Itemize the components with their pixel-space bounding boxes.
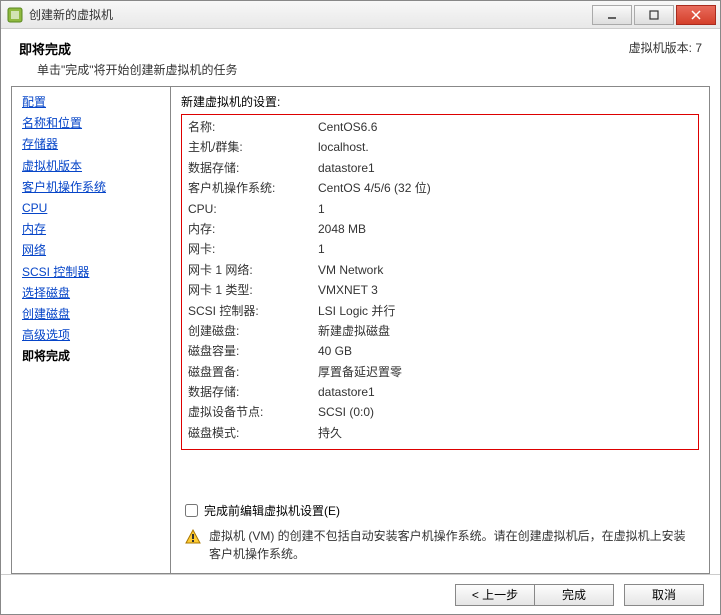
- window-title: 创建新的虚拟机: [29, 6, 592, 23]
- row-datastore: 数据存储:datastore1: [188, 158, 692, 178]
- sidebar-item-network[interactable]: 网络: [22, 241, 160, 260]
- sidebar-item-guest-os[interactable]: 客户机操作系统: [22, 178, 160, 197]
- value: 2048 MB: [318, 219, 692, 239]
- sidebar-item-config[interactable]: 配置: [22, 93, 160, 112]
- value: localhost.: [318, 137, 692, 157]
- sidebar-item-memory[interactable]: 内存: [22, 220, 160, 239]
- page-subtitle: 单击"完成"将开始创建新虚拟机的任务: [19, 61, 629, 78]
- sidebar-item-create-disk[interactable]: 创建磁盘: [22, 305, 160, 324]
- main-body: 配置 名称和位置 存储器 虚拟机版本 客户机操作系统 CPU 内存 网络 SCS…: [1, 86, 720, 574]
- header-panel: 即将完成 单击"完成"将开始创建新虚拟机的任务 虚拟机版本: 7: [1, 29, 720, 86]
- warning-icon: [185, 529, 201, 545]
- app-icon: [7, 7, 23, 23]
- minimize-button[interactable]: [592, 5, 632, 25]
- footer: < 上一步 完成 取消: [1, 574, 720, 614]
- label: CPU:: [188, 199, 318, 219]
- value: CentOS6.6: [318, 117, 692, 137]
- sidebar-item-ready: 即将完成: [22, 347, 160, 364]
- row-disk-size: 磁盘容量:40 GB: [188, 341, 692, 361]
- page-title: 即将完成: [19, 39, 629, 58]
- close-button[interactable]: [676, 5, 716, 25]
- row-name: 名称:CentOS6.6: [188, 117, 692, 137]
- label: 数据存储:: [188, 382, 318, 402]
- label: 虚拟设备节点:: [188, 402, 318, 422]
- row-disk-provision: 磁盘置备:厚置备延迟置零: [188, 362, 692, 382]
- label: 网卡:: [188, 239, 318, 259]
- label: 创建磁盘:: [188, 321, 318, 341]
- value: 1: [318, 199, 692, 219]
- value: 40 GB: [318, 341, 692, 361]
- dialog-window: 创建新的虚拟机 即将完成 单击"完成"将开始创建新虚拟机的任务 虚拟机版本: 7…: [0, 0, 721, 615]
- row-nic-count: 网卡:1: [188, 239, 692, 259]
- label: 磁盘容量:: [188, 341, 318, 361]
- cancel-button[interactable]: 取消: [624, 584, 704, 606]
- vm-version-label: 虚拟机版本: 7: [629, 39, 702, 78]
- spacer: [181, 456, 699, 490]
- row-vdev-node: 虚拟设备节点:SCSI (0:0): [188, 402, 692, 422]
- value: LSI Logic 并行: [318, 301, 692, 321]
- sidebar-item-name-location[interactable]: 名称和位置: [22, 114, 160, 133]
- maximize-button[interactable]: [634, 5, 674, 25]
- row-nic1-type: 网卡 1 类型:VMXNET 3: [188, 280, 692, 300]
- sidebar-item-vm-version[interactable]: 虚拟机版本: [22, 157, 160, 176]
- row-scsi: SCSI 控制器:LSI Logic 并行: [188, 301, 692, 321]
- row-guest-os: 客户机操作系统:CentOS 4/5/6 (32 位): [188, 178, 692, 198]
- edit-before-finish-label: 完成前编辑虚拟机设置(E): [204, 502, 340, 519]
- sidebar-item-storage[interactable]: 存储器: [22, 135, 160, 154]
- titlebar: 创建新的虚拟机: [1, 1, 720, 29]
- value: 持久: [318, 423, 692, 443]
- row-create-disk: 创建磁盘:新建虚拟磁盘: [188, 321, 692, 341]
- value: VM Network: [318, 260, 692, 280]
- label: SCSI 控制器:: [188, 301, 318, 321]
- label: 主机/群集:: [188, 137, 318, 157]
- warning-text: 虚拟机 (VM) 的创建不包括自动安装客户机操作系统。请在创建虚拟机后，在虚拟机…: [209, 527, 695, 563]
- window-controls: [592, 5, 716, 25]
- label: 网卡 1 类型:: [188, 280, 318, 300]
- sidebar-item-cpu[interactable]: CPU: [22, 199, 160, 218]
- edit-before-finish-row: 完成前编辑虚拟机设置(E): [185, 502, 699, 519]
- sidebar-item-advanced[interactable]: 高级选项: [22, 326, 160, 345]
- row-memory: 内存:2048 MB: [188, 219, 692, 239]
- wizard-sidebar: 配置 名称和位置 存储器 虚拟机版本 客户机操作系统 CPU 内存 网络 SCS…: [11, 86, 171, 574]
- value: 1: [318, 239, 692, 259]
- sidebar-item-select-disk[interactable]: 选择磁盘: [22, 284, 160, 303]
- header-left: 即将完成 单击"完成"将开始创建新虚拟机的任务: [19, 39, 629, 78]
- value: CentOS 4/5/6 (32 位): [318, 178, 692, 198]
- value: datastore1: [318, 158, 692, 178]
- footer-group: < 上一步 完成: [455, 584, 614, 606]
- label: 磁盘置备:: [188, 362, 318, 382]
- label: 内存:: [188, 219, 318, 239]
- finish-button[interactable]: 完成: [534, 584, 614, 606]
- value: SCSI (0:0): [318, 402, 692, 422]
- content-panel: 新建虚拟机的设置: 名称:CentOS6.6 主机/群集:localhost. …: [171, 86, 710, 574]
- section-title: 新建虚拟机的设置:: [181, 93, 699, 110]
- row-cpu: CPU:1: [188, 199, 692, 219]
- row-nic1-net: 网卡 1 网络:VM Network: [188, 260, 692, 280]
- label: 客户机操作系统:: [188, 178, 318, 198]
- value: 新建虚拟磁盘: [318, 321, 692, 341]
- row-disk-mode: 磁盘模式:持久: [188, 423, 692, 443]
- value: VMXNET 3: [318, 280, 692, 300]
- value: datastore1: [318, 382, 692, 402]
- label: 磁盘模式:: [188, 423, 318, 443]
- summary-table: 名称:CentOS6.6 主机/群集:localhost. 数据存储:datas…: [188, 117, 692, 443]
- label: 网卡 1 网络:: [188, 260, 318, 280]
- warning-note: 虚拟机 (VM) 的创建不包括自动安装客户机操作系统。请在创建虚拟机后，在虚拟机…: [181, 527, 699, 567]
- label: 数据存储:: [188, 158, 318, 178]
- label: 名称:: [188, 117, 318, 137]
- value: 厚置备延迟置零: [318, 362, 692, 382]
- edit-before-finish-checkbox[interactable]: [185, 504, 198, 517]
- sidebar-item-scsi[interactable]: SCSI 控制器: [22, 263, 160, 282]
- row-disk-datastore: 数据存储:datastore1: [188, 382, 692, 402]
- row-host: 主机/群集:localhost.: [188, 137, 692, 157]
- summary-box: 名称:CentOS6.6 主机/群集:localhost. 数据存储:datas…: [181, 114, 699, 450]
- back-button[interactable]: < 上一步: [455, 584, 535, 606]
